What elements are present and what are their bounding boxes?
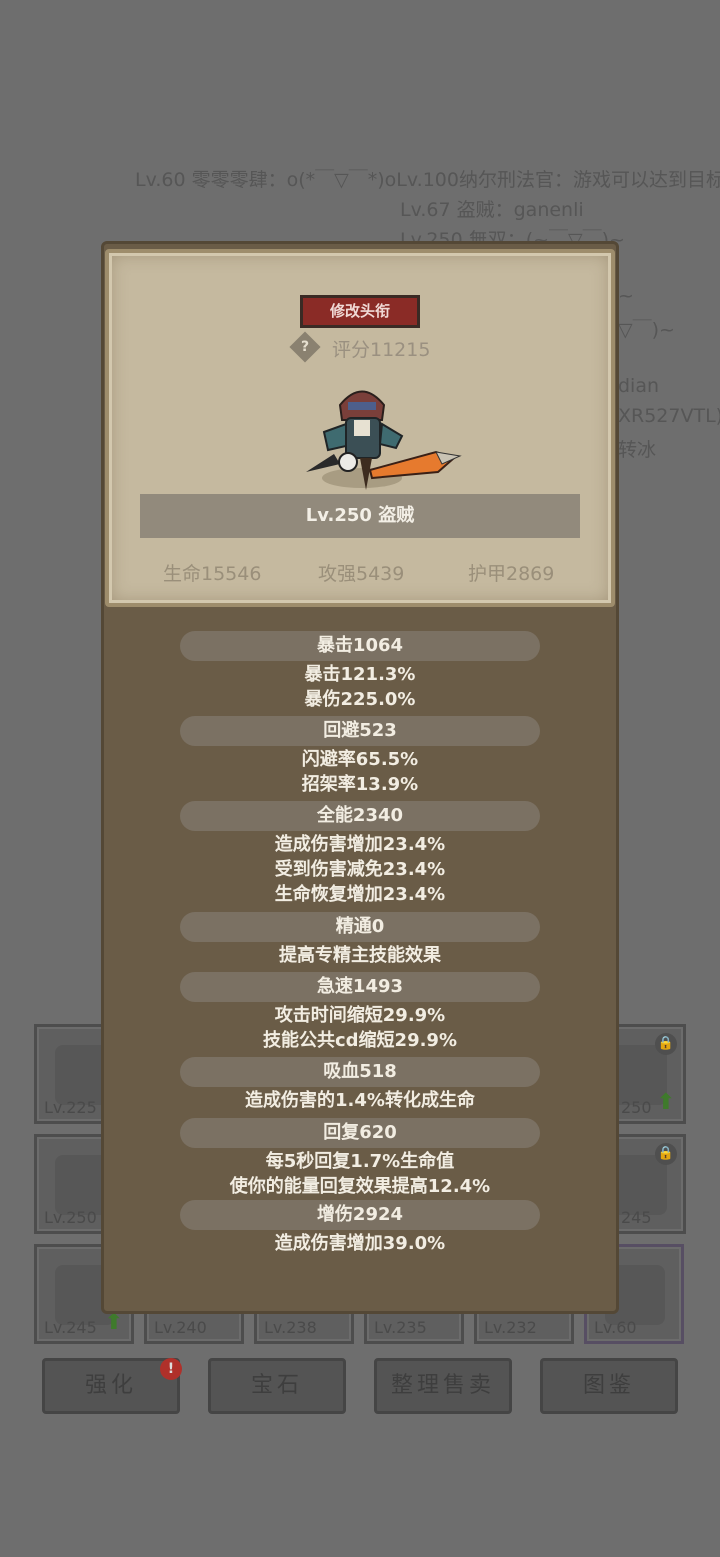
mastery-header: 精通0: [180, 912, 540, 942]
crit-header: 暴击1064: [180, 631, 540, 661]
chat-line: dian: [618, 375, 660, 397]
slot-level: Lv.250: [44, 1208, 97, 1227]
character-name-bar: Lv.250 盗贼: [140, 494, 580, 538]
versatility-header: 全能2340: [180, 801, 540, 831]
lock-icon: 🔒: [655, 1033, 677, 1055]
damage-reduction: 受到伤害减免23.4%: [274, 859, 446, 880]
slot-level: Lv.240: [154, 1318, 207, 1337]
attack-time: 攻击时间缩短29.9%: [274, 1005, 446, 1026]
heal-increase: 生命恢复增加23.4%: [274, 884, 446, 905]
slot-level: Lv.60: [594, 1318, 637, 1337]
upgrade-arrow-icon: ⬆: [656, 1090, 675, 1115]
parry-rate: 招架率13.9%: [301, 774, 419, 795]
slot-level: Lv.235: [374, 1318, 427, 1337]
armor-stat: 护甲2869: [468, 563, 555, 585]
slot-level: 245: [621, 1208, 652, 1227]
slot-level: 250: [621, 1098, 652, 1117]
damage-bonus-desc: 造成伤害增加39.0%: [274, 1233, 446, 1254]
chat-line: Lv.60 零零零肆：o(*￣▽￣*)oLv.100纳尔刑法官：游戏可以达到目标…: [135, 169, 720, 191]
crit-rate: 暴击121.3%: [304, 664, 416, 685]
regen-desc-1: 每5秒回复1.7%生命值: [265, 1151, 455, 1172]
chat-line: XR527VTL) I: [618, 405, 720, 427]
leech-header: 吸血518: [180, 1057, 540, 1087]
haste-header: 急速1493: [180, 972, 540, 1002]
slot-level: Lv.225: [44, 1098, 97, 1117]
crit-damage: 暴伤225.0%: [304, 689, 416, 710]
regen-header: 回复620: [180, 1118, 540, 1148]
chat-line: 转冰: [618, 439, 657, 461]
damage-increase: 造成伤害增加23.4%: [274, 834, 446, 855]
alert-badge-icon: !: [160, 1358, 182, 1380]
slot-level: Lv.245: [44, 1318, 97, 1337]
regen-desc-2: 使你的能量回复效果提高12.4%: [229, 1176, 491, 1197]
edit-title-button[interactable]: 修改头衔: [300, 295, 420, 328]
codex-button[interactable]: 图鉴: [540, 1358, 678, 1414]
gem-button[interactable]: 宝石: [208, 1358, 346, 1414]
hp-stat: 生命15546: [163, 563, 262, 585]
attack-stat: 攻强5439: [318, 563, 405, 585]
leech-desc: 造成伤害的1.4%转化成生命: [245, 1090, 475, 1111]
score-label: 评分11215: [332, 339, 431, 361]
chat-line: ▽￣)~: [618, 319, 675, 341]
dodge-header: 回避523: [180, 716, 540, 746]
chat-line: ~: [618, 285, 634, 307]
lock-icon: 🔒: [655, 1143, 677, 1165]
dodge-rate: 闪避率65.5%: [301, 749, 419, 770]
help-icon-glyph: ?: [300, 339, 310, 355]
slot-level: Lv.232: [484, 1318, 537, 1337]
sort-sell-button[interactable]: 整理售卖: [374, 1358, 512, 1414]
skill-cooldown: 技能公共cd缩短29.9%: [262, 1030, 457, 1051]
slot-level: Lv.238: [264, 1318, 317, 1337]
damage-bonus-header: 增伤2924: [180, 1200, 540, 1230]
chat-line: Lv.67 盗贼：ganenli: [400, 199, 584, 221]
mastery-desc: 提高专精主技能效果: [279, 945, 441, 966]
character-sprite: [306, 390, 462, 490]
